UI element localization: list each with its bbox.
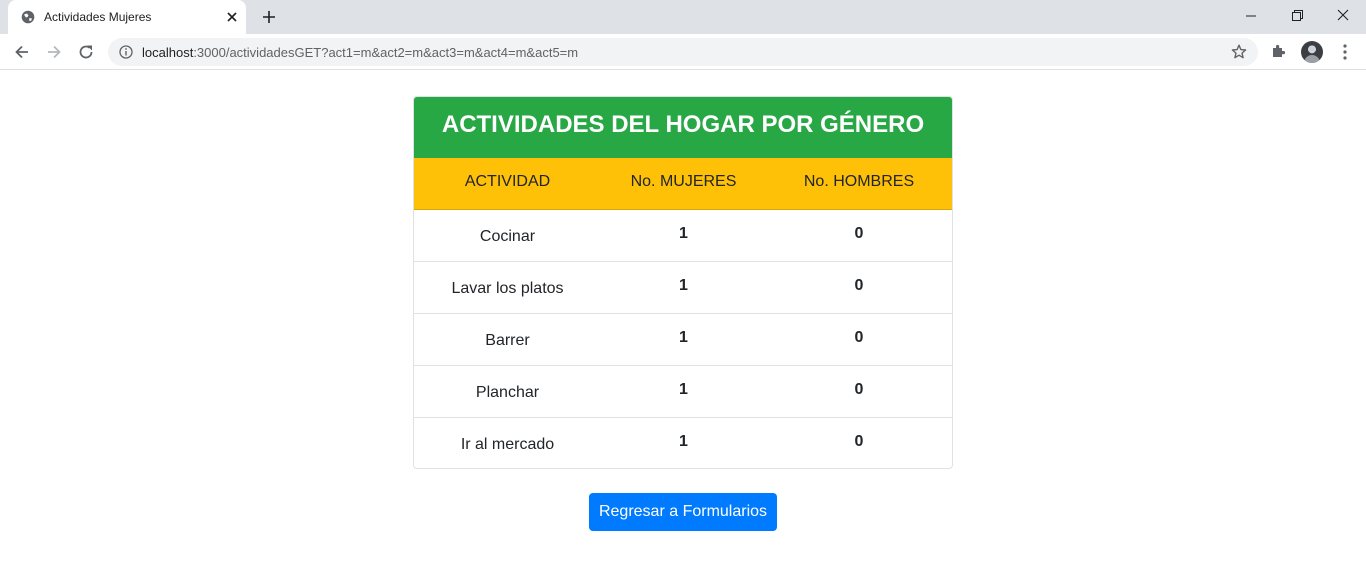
restore-icon[interactable]	[1286, 6, 1308, 26]
header-women: No. MUJERES	[630, 172, 737, 190]
women-count-cell: 1	[679, 433, 688, 450]
address-bar[interactable]: localhost:3000/actividadesGET?act1=m&act…	[108, 38, 1258, 66]
kebab-menu-icon[interactable]	[1336, 42, 1354, 62]
women-count-cell: 1	[679, 276, 688, 294]
table-row: Cocinar 1 0	[414, 210, 952, 262]
minimize-icon[interactable]	[1240, 6, 1262, 26]
url-host: localhost	[142, 45, 194, 60]
url-text: localhost:3000/actividadesGET?act1=m&act…	[142, 45, 578, 60]
activity-cell: Cocinar	[479, 227, 536, 245]
activity-cell: Lavar los platos	[451, 279, 564, 297]
url-path: :3000/actividadesGET?act1=m&act2=m&act3=…	[193, 45, 579, 60]
plus-icon[interactable]	[260, 8, 278, 26]
forward-icon[interactable]	[44, 42, 64, 62]
table-title: ACTIVIDADES DEL HOGAR POR GÉNERO	[414, 97, 952, 158]
browser-toolbar: localhost:3000/actividadesGET?act1=m&act…	[0, 34, 1366, 70]
women-count-cell: 1	[679, 380, 688, 398]
men-count-cell: 0	[854, 328, 864, 346]
header-activity: ACTIVIDAD	[464, 172, 551, 190]
browser-tabstrip: Actividades Mujeres	[0, 0, 1366, 34]
table-header-row: ACTIVIDAD No. MUJERES No. HOMBRES	[414, 158, 952, 210]
reload-icon[interactable]	[76, 42, 96, 62]
men-count-cell: 0	[854, 433, 864, 450]
activity-cell: Ir al mercado	[460, 436, 555, 453]
activity-cell: Planchar	[475, 383, 540, 401]
table-row: Ir al mercado 1 0	[414, 418, 952, 468]
women-count-cell: 1	[679, 328, 688, 346]
activities-table-card: ACTIVIDADES DEL HOGAR POR GÉNERO ACTIVID…	[413, 96, 953, 469]
avatar[interactable]	[1301, 41, 1323, 63]
puzzle-icon[interactable]	[1270, 42, 1288, 60]
men-count-cell: 0	[854, 224, 864, 242]
close-window-icon[interactable]	[1332, 6, 1354, 26]
info-icon[interactable]	[119, 45, 133, 59]
table-row: Planchar 1 0	[414, 366, 952, 418]
men-count-cell: 0	[854, 276, 864, 294]
globe-icon	[21, 10, 35, 24]
header-men: No. HOMBRES	[803, 172, 915, 190]
back-icon[interactable]	[12, 42, 32, 62]
men-count-cell: 0	[854, 380, 864, 398]
browser-tab[interactable]: Actividades Mujeres	[8, 0, 246, 34]
women-count-cell: 1	[679, 224, 688, 242]
table-row: Lavar los platos 1 0	[414, 262, 952, 314]
activity-cell: Barrer	[485, 331, 530, 349]
tab-title: Actividades Mujeres	[44, 10, 152, 24]
close-icon[interactable]	[224, 9, 240, 25]
star-icon[interactable]	[1230, 43, 1248, 61]
back-to-forms-button[interactable]: Regresar a Formularios	[589, 493, 777, 531]
table-row: Barrer 1 0	[414, 314, 952, 366]
